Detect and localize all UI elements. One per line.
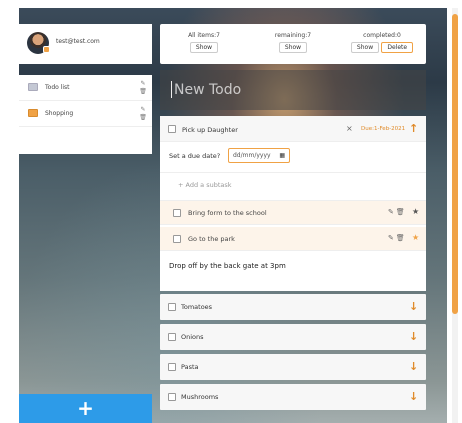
todo-checkbox[interactable] (168, 393, 176, 401)
star-icon[interactable]: ★ (412, 207, 419, 216)
due-date-field[interactable]: dd/mm/yyyy ▦ (228, 148, 290, 163)
sidebar: test@test.com Todo list ✎ 🗑 Shopping ✎ 🗑… (19, 24, 152, 423)
subtask-actions: ✎🗑 (388, 234, 407, 242)
list-item[interactable]: Mushrooms ↓ (160, 384, 426, 410)
todo-lists: Todo list ✎ 🗑 Shopping ✎ 🗑 (19, 75, 152, 154)
divider (160, 172, 426, 173)
date-placeholder: dd/mm/yyyy (233, 152, 271, 159)
stats-bar: All items:7 Show remaining:7 Show comple… (160, 24, 426, 64)
calendar-icon[interactable]: ▦ (279, 152, 285, 159)
add-subtask-button[interactable]: + Add a subtask (178, 181, 232, 189)
todo-header[interactable]: Pick up Daughter × Due:1-Feb-2021 ↑ (160, 116, 426, 142)
avatar-badge-icon (43, 46, 50, 53)
list-item[interactable]: Onions ↓ (160, 324, 426, 350)
arrow-down-icon[interactable]: ↓ (409, 360, 418, 373)
sidebar-item-label: Shopping (45, 110, 74, 117)
stat-all: All items:7 Show (160, 32, 248, 53)
delete-completed-button[interactable]: Delete (381, 42, 414, 53)
todo-checkbox[interactable] (168, 303, 176, 311)
profile-card: test@test.com (19, 24, 152, 64)
todo-note: Drop off by the back gate at 3pm (169, 262, 286, 270)
new-todo-input[interactable]: New Todo (160, 70, 426, 110)
list-icon (28, 83, 38, 91)
arrow-down-icon[interactable]: ↓ (409, 390, 418, 403)
sidebar-item-shopping[interactable]: Shopping ✎ 🗑 (19, 101, 152, 127)
todo-label: Tomatoes (181, 303, 213, 311)
subtask-label: Go to the park (188, 235, 235, 243)
subtask-row: Go to the park ✎🗑 ★ (160, 227, 426, 251)
trash-icon[interactable]: 🗑 (139, 88, 147, 96)
stat-completed-label: completed:0 (363, 32, 401, 39)
subtask-checkbox[interactable] (173, 235, 181, 243)
expanded-todo: Pick up Daughter × Due:1-Feb-2021 ↑ Set … (160, 116, 426, 291)
show-all-button[interactable]: Show (189, 42, 219, 53)
sidebar-item-todo-list[interactable]: Todo list ✎ 🗑 (19, 75, 152, 101)
list-item[interactable]: Pasta ↓ (160, 354, 426, 380)
due-date-label: Due:1-Feb-2021 (361, 126, 406, 132)
text-caret (171, 81, 172, 98)
list-actions: ✎ 🗑 (139, 80, 147, 96)
add-list-button[interactable]: + (19, 394, 152, 423)
stat-remaining: remaining:7 Show (249, 32, 337, 53)
todo-checkbox[interactable] (168, 125, 176, 133)
todo-checkbox[interactable] (168, 333, 176, 341)
arrow-up-icon[interactable]: ↑ (409, 122, 418, 135)
list-icon (28, 109, 38, 117)
arrow-down-icon[interactable]: ↓ (409, 300, 418, 313)
show-completed-button[interactable]: Show (350, 42, 380, 53)
sidebar-item-label: Todo list (45, 84, 70, 91)
todo-label: Pasta (181, 363, 199, 371)
edit-icon[interactable]: ✎ (139, 80, 147, 88)
show-remaining-button[interactable]: Show (278, 42, 308, 53)
plus-icon: + (77, 396, 94, 420)
todo-label: Onions (181, 333, 204, 341)
trash-icon[interactable]: 🗑 (139, 114, 147, 122)
user-email: test@test.com (56, 38, 100, 45)
list-item[interactable]: Tomatoes ↓ (160, 294, 426, 320)
new-todo-placeholder: New Todo (174, 82, 242, 98)
star-icon-active[interactable]: ★ (412, 233, 419, 242)
stat-all-label: All items:7 (188, 32, 220, 39)
subtask-row: Bring form to the school ✎🗑 ★ (160, 201, 426, 225)
scrollbar-thumb[interactable] (452, 14, 458, 314)
due-date-prompt: Set a due date? (169, 152, 221, 160)
edit-icon[interactable]: ✎ (388, 234, 396, 242)
subtask-actions: ✎🗑 (388, 208, 407, 216)
subtask-label: Bring form to the school (188, 209, 267, 217)
list-actions: ✎ 🗑 (139, 106, 147, 122)
trash-icon[interactable]: 🗑 (396, 234, 407, 242)
close-icon[interactable]: × (346, 124, 353, 133)
edit-icon[interactable]: ✎ (388, 208, 396, 216)
todo-label: Mushrooms (181, 393, 219, 401)
subtask-checkbox[interactable] (173, 209, 181, 217)
arrow-down-icon[interactable]: ↓ (409, 330, 418, 343)
todo-title: Pick up Daughter (182, 126, 238, 134)
stat-completed: completed:0 Show Delete (338, 32, 426, 53)
edit-icon[interactable]: ✎ (139, 106, 147, 114)
stat-remaining-label: remaining:7 (274, 32, 312, 39)
todo-checkbox[interactable] (168, 363, 176, 371)
trash-icon[interactable]: 🗑 (396, 208, 407, 216)
